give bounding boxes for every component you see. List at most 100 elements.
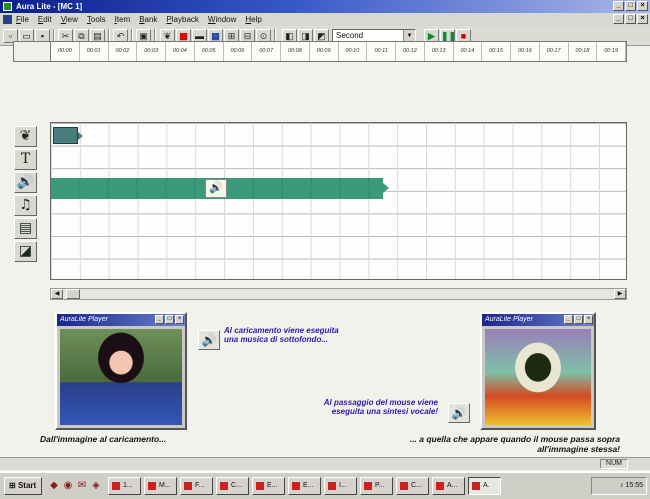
menu-file[interactable]: File: [16, 15, 29, 24]
ruler-tick: 00:04: [166, 42, 195, 61]
menu-bar: File Edit View Tools Item Bank Playback …: [0, 13, 650, 26]
menu-view[interactable]: View: [61, 15, 78, 24]
ruler-tick: 00:05: [195, 42, 224, 61]
app-icon[interactable]: [3, 2, 12, 11]
ruler-tick: 00:13: [425, 42, 454, 61]
status-bar: NUM: [0, 457, 650, 470]
player-image-hover: [485, 329, 591, 425]
document-icon[interactable]: [3, 15, 12, 24]
task-button[interactable]: A.: [468, 477, 501, 495]
task-button[interactable]: I...: [324, 477, 357, 495]
title-bar: Aura Lite - [MC 1] _ □ ×: [0, 0, 650, 13]
timeline-ruler[interactable]: 00:00 00:01 00:02 00:03 00:04 00:05 00:06 00:07…: [50, 41, 627, 62]
doc-close-button[interactable]: ×: [637, 14, 648, 24]
caption-hover-image: ... a quella che appare quando il mouse …: [409, 434, 620, 454]
player-title-bar[interactable]: AuraLite Player _ □ ×: [57, 314, 185, 326]
ruler-tick: 00:12: [396, 42, 425, 61]
desktop-icon[interactable]: ◆: [48, 479, 60, 492]
track-grid[interactable]: [50, 122, 627, 280]
text-track-icon[interactable]: T: [14, 149, 37, 170]
clock: 15:55: [625, 482, 643, 489]
ruler-tick: 00:03: [137, 42, 166, 61]
player-image-initial: [60, 329, 182, 425]
menu-help[interactable]: Help: [245, 15, 261, 24]
task-button[interactable]: 1...: [108, 477, 141, 495]
hover-note: Al passaggio del mouse viene eseguita un…: [323, 398, 438, 416]
channels-icon[interactable]: ◈: [90, 479, 102, 492]
voice-speaker-icon: 🔊: [448, 403, 470, 423]
menu-window[interactable]: Window: [208, 15, 236, 24]
document-window-controls: _ □ ×: [613, 14, 648, 24]
frame-track-icon[interactable]: ◪: [14, 241, 37, 262]
menu-tools[interactable]: Tools: [87, 15, 106, 24]
close-button[interactable]: ×: [637, 1, 648, 11]
music-speaker-icon: 🔊: [198, 330, 220, 350]
player-controls: _ □ ×: [564, 315, 593, 324]
ruler-tick: 00:14: [454, 42, 483, 61]
scroll-left-icon[interactable]: ◀: [51, 289, 63, 299]
doc-minimize-button[interactable]: _: [613, 14, 624, 24]
ruler-tick: 00:07: [252, 42, 281, 61]
speaker-icon: 🔊: [205, 179, 227, 198]
ruler-tick: 00:02: [109, 42, 138, 61]
player-close-button[interactable]: ×: [584, 315, 593, 324]
player-title-bar[interactable]: AuraLite Player _ □ ×: [482, 314, 594, 326]
document-track-icon[interactable]: ▤: [14, 218, 37, 239]
task-button[interactable]: F...: [180, 477, 213, 495]
menu-bank[interactable]: Bank: [139, 15, 157, 24]
ruler-tick: 00:11: [367, 42, 396, 61]
minimize-button[interactable]: _: [613, 1, 624, 11]
player-window-right[interactable]: AuraLite Player _ □ ×: [480, 312, 596, 430]
ruler-tick: 00:09: [310, 42, 339, 61]
ruler-header: [13, 41, 50, 62]
task-button[interactable]: A...: [432, 477, 465, 495]
ruler-tick: 00:15: [482, 42, 511, 61]
player-maximize-button[interactable]: □: [574, 315, 583, 324]
task-button[interactable]: P...: [360, 477, 393, 495]
browser-icon[interactable]: ◉: [62, 479, 74, 492]
player-close-button[interactable]: ×: [175, 315, 184, 324]
system-tray: ♪ 15:55: [591, 477, 647, 495]
image-clip[interactable]: [53, 127, 83, 144]
doc-restore-button[interactable]: □: [625, 14, 636, 24]
mail-icon[interactable]: ✉: [76, 479, 88, 492]
player-controls: _ □ ×: [155, 315, 184, 324]
track-type-buttons: ❦ T 🔊 ♫ ▤ ◪: [14, 126, 38, 262]
task-button[interactable]: E...: [288, 477, 321, 495]
player-minimize-button[interactable]: _: [155, 315, 164, 324]
player-minimize-button[interactable]: _: [564, 315, 573, 324]
scrollbar-thumb[interactable]: [66, 289, 80, 299]
horizontal-scrollbar[interactable]: ◀ ▶: [50, 288, 627, 300]
task-button[interactable]: E...: [252, 477, 285, 495]
task-button[interactable]: M...: [144, 477, 177, 495]
menu-item[interactable]: Item: [115, 15, 131, 24]
caption-initial-image: Dall'immagine al caricamento...: [40, 434, 167, 444]
player-maximize-button[interactable]: □: [165, 315, 174, 324]
start-label: Start: [17, 481, 37, 490]
start-button[interactable]: ⊞ Start: [4, 477, 42, 495]
task-button[interactable]: C...: [396, 477, 429, 495]
volume-icon[interactable]: ♪: [620, 482, 624, 489]
player-window-left[interactable]: AuraLite Player _ □ ×: [55, 312, 187, 430]
scroll-right-icon[interactable]: ▶: [614, 289, 626, 299]
ruler-tick: 00:17: [540, 42, 569, 61]
window-title: Aura Lite - [MC 1]: [16, 2, 83, 11]
audio-track-icon[interactable]: 🔊: [14, 172, 37, 193]
menu-edit[interactable]: Edit: [38, 15, 52, 24]
num-lock-indicator: NUM: [600, 459, 628, 469]
taskbar: ⊞ Start ◆ ◉ ✉ ◈ 1... M... F... C... E... E...…: [0, 471, 650, 499]
maximize-button[interactable]: □: [625, 1, 636, 11]
ruler-tick: 00:10: [339, 42, 368, 61]
audio-clip[interactable]: 🔊: [51, 178, 389, 199]
music-track-icon[interactable]: ♫: [14, 195, 37, 216]
ruler-tick: 00:08: [281, 42, 310, 61]
menu-playback[interactable]: Playback: [166, 15, 198, 24]
image-track-icon[interactable]: ❦: [14, 126, 37, 147]
task-button[interactable]: C...: [216, 477, 249, 495]
player-title: AuraLite Player: [485, 316, 533, 323]
ruler-tick: 00:00: [51, 42, 80, 61]
ruler-tick: 00:18: [569, 42, 598, 61]
ruler-tick: 00:19: [597, 42, 626, 61]
ruler-tick: 00:01: [80, 42, 109, 61]
ruler-tick: 00:06: [224, 42, 253, 61]
